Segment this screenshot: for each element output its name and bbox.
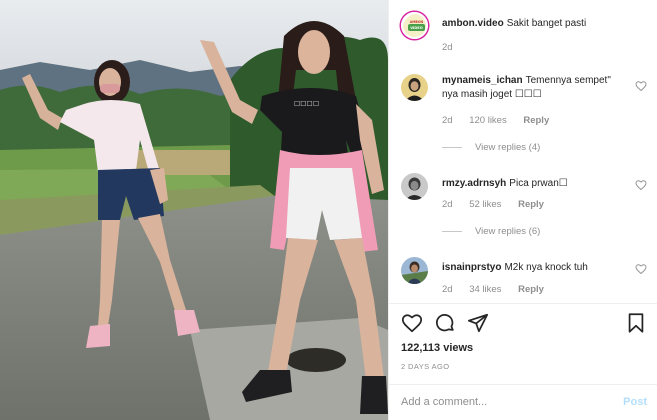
divider	[442, 231, 462, 232]
comment-username[interactable]: rmzy.adrnsyh	[442, 178, 506, 189]
comment-time: 2d	[442, 284, 453, 295]
comment-item: mynameis_ichan Temennya sempet" nya masih…	[401, 74, 647, 154]
user-avatar-icon	[401, 257, 428, 284]
comment-icon[interactable]	[434, 312, 456, 334]
divider	[389, 384, 657, 385]
comment-meta: 2d 52 likes Reply	[442, 199, 558, 210]
avatar[interactable]	[401, 257, 428, 284]
view-replies-button[interactable]: View replies (6)	[442, 226, 540, 237]
view-replies-label: View replies (6)	[475, 226, 541, 237]
ambon-video-logo-icon: AMBON VIDEO	[403, 14, 426, 37]
svg-text:VIDEO: VIDEO	[410, 26, 423, 30]
comment-text: M2k nya knock tuh	[504, 262, 588, 273]
instagram-post: ☐☐☐☐ AMBON VIDEO ambon.video Sakit bange…	[0, 0, 657, 420]
divider	[389, 303, 657, 304]
comment-input[interactable]: Add a comment...	[401, 396, 487, 408]
action-bar	[401, 312, 647, 336]
comment-likes[interactable]: 120 likes	[469, 115, 507, 126]
caption-text: Sakit banget pasti	[506, 18, 587, 29]
comment-likes[interactable]: 34 likes	[469, 284, 501, 295]
svg-text:☐☐☐☐: ☐☐☐☐	[294, 100, 319, 108]
heart-icon[interactable]	[401, 312, 423, 334]
comment-username[interactable]: isnainprstyo	[442, 262, 501, 273]
view-count[interactable]: 122,113 views	[401, 342, 473, 354]
post-button[interactable]: Post	[623, 396, 647, 408]
comment-time: 2d	[442, 199, 453, 210]
post-video[interactable]: ☐☐☐☐	[0, 0, 388, 420]
reply-button[interactable]: Reply	[523, 115, 549, 126]
avatar[interactable]: AMBON VIDEO	[401, 12, 428, 39]
caption-meta: 2d	[442, 42, 467, 53]
reply-button[interactable]: Reply	[518, 284, 544, 295]
comment-likes[interactable]: 52 likes	[469, 199, 501, 210]
share-icon[interactable]	[467, 312, 489, 334]
caption-username[interactable]: ambon.video	[442, 18, 504, 29]
avatar[interactable]	[401, 173, 428, 200]
like-heart-icon[interactable]	[635, 80, 647, 92]
user-avatar-icon	[401, 74, 428, 101]
comment-item: rmzy.adrnsyh Pica prwan☐ 2d 52 likes Repl…	[401, 173, 647, 239]
comment-meta: 2d 34 likes Reply	[442, 284, 558, 295]
divider	[442, 147, 462, 148]
comment-item: isnainprstyo M2k nya knock tuh 2d 34 like…	[401, 257, 647, 297]
comments-panel: AMBON VIDEO ambon.video Sakit banget past…	[388, 0, 657, 420]
comment-time: 2d	[442, 115, 453, 126]
comment-text: Pica prwan☐	[509, 178, 568, 189]
like-heart-icon[interactable]	[635, 263, 647, 275]
caption-time: 2d	[442, 42, 453, 53]
video-frame: ☐☐☐☐	[0, 0, 388, 420]
post-date: 2 DAYS AGO	[401, 362, 450, 371]
reply-button[interactable]: Reply	[518, 199, 544, 210]
like-heart-icon[interactable]	[635, 179, 647, 191]
user-avatar-icon	[401, 173, 428, 200]
view-replies-label: View replies (4)	[475, 142, 541, 153]
bookmark-icon[interactable]	[625, 312, 647, 334]
svg-text:AMBON: AMBON	[410, 20, 424, 24]
view-replies-button[interactable]: View replies (4)	[442, 142, 540, 153]
avatar[interactable]	[401, 74, 428, 101]
comment-username[interactable]: mynameis_ichan	[442, 75, 523, 86]
comment-meta: 2d 120 likes Reply	[442, 115, 563, 126]
caption: AMBON VIDEO ambon.video Sakit banget past…	[401, 12, 647, 56]
